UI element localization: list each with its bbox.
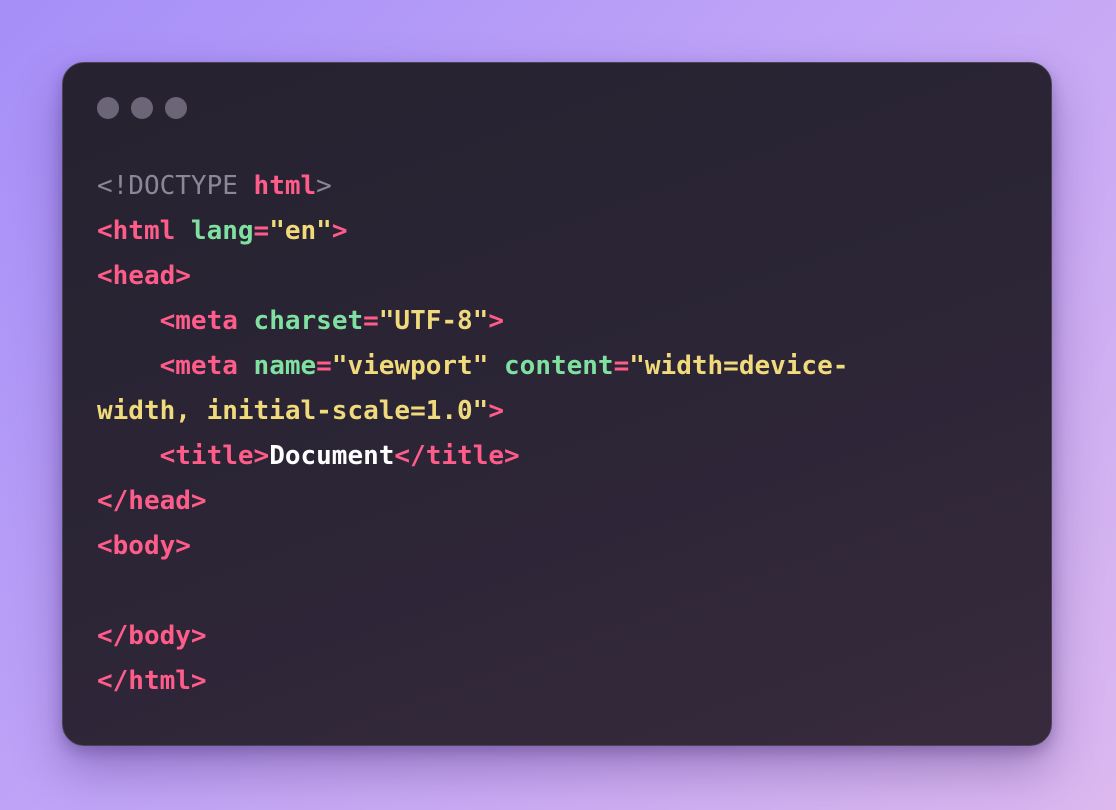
code-token: <meta <box>97 306 254 336</box>
code-token: <head> <box>97 261 191 291</box>
code-line: <!DOCTYPE html> <box>97 164 848 209</box>
window-dot[interactable] <box>165 97 187 119</box>
code-line: </html> <box>97 659 848 704</box>
code-line: <html lang="en"> <box>97 209 848 254</box>
window-dot[interactable] <box>131 97 153 119</box>
code-token: = <box>316 351 332 381</box>
code-token: </body> <box>97 621 207 651</box>
code-token: width, initial-scale=1.0" <box>97 396 489 426</box>
code-token: = <box>253 216 270 246</box>
code-token: "UTF-8" <box>378 306 489 336</box>
code-token: > <box>331 216 348 246</box>
code-line: <meta charset="UTF-8"> <box>97 299 848 344</box>
code-window: <!DOCTYPE html> <html lang="en"> <head> <m… <box>62 62 1052 746</box>
code-token: <title> <box>97 441 270 471</box>
code-token: html <box>253 171 317 201</box>
code-token: </head> <box>97 486 207 516</box>
code-token: > <box>488 396 504 426</box>
code-line: </head> <box>97 479 848 524</box>
code-line: <meta name="viewport" content="width=dev… <box>97 344 849 389</box>
code-line: width, initial-scale=1.0"> <box>97 389 848 434</box>
code-token: </title> <box>394 441 520 471</box>
code-token: charset <box>253 306 364 336</box>
code-block: <!DOCTYPE html> <html lang="en"> <head> <m… <box>97 164 848 704</box>
code-token: > <box>488 306 505 336</box>
code-token: Document <box>269 441 395 471</box>
code-token: lang <box>190 216 254 246</box>
code-token: content <box>504 351 614 381</box>
code-token: > <box>316 171 332 201</box>
code-line: </body> <box>97 614 848 659</box>
code-token: <!DOCTYPE <box>97 171 254 201</box>
code-line: <body> <box>97 524 848 569</box>
code-token: name <box>253 351 317 381</box>
code-token: "width=device- <box>629 351 849 381</box>
window-dot[interactable] <box>97 97 119 119</box>
window-controls <box>97 97 187 119</box>
code-token: "en" <box>269 216 332 246</box>
code-line: <title>Document</title> <box>97 434 848 479</box>
code-line-empty <box>97 569 848 614</box>
code-token: = <box>613 351 630 381</box>
code-token: </html> <box>97 666 207 696</box>
code-line: <head> <box>97 254 848 299</box>
code-token: "viewport" <box>331 351 505 381</box>
code-token: <meta <box>97 351 254 381</box>
code-token: = <box>363 306 379 336</box>
code-token: <html <box>97 216 191 246</box>
code-token: <body> <box>97 531 191 561</box>
